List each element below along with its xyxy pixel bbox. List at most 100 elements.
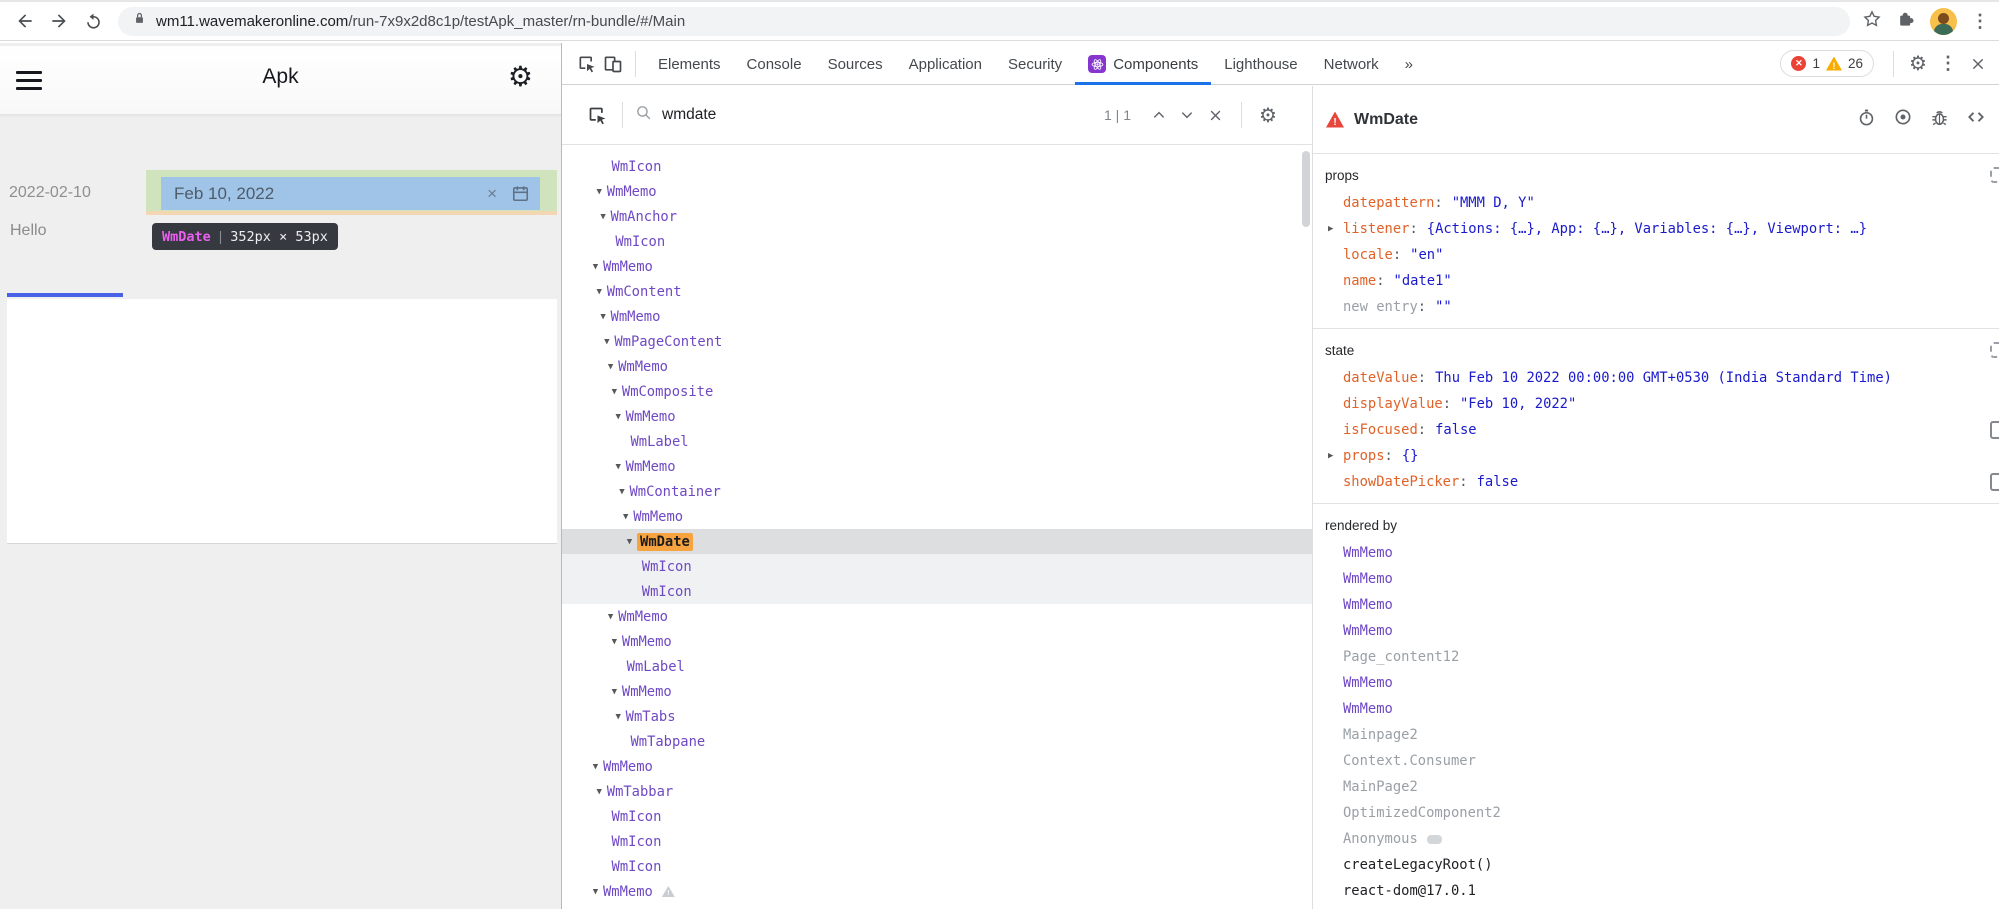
rendered-by-row[interactable]: createLegacyRoot() xyxy=(1313,852,1999,878)
tree-row[interactable]: ▼ WmMemo ! xyxy=(562,454,1312,479)
devtools-tab[interactable]: Console xyxy=(734,43,815,85)
prop-value[interactable]: "date1" xyxy=(1394,273,1452,289)
expand-arrow-icon[interactable]: ▼ xyxy=(603,612,618,622)
devtools-tab[interactable]: Elements xyxy=(645,43,734,85)
tree-row[interactable]: ▼ WmMemo ! xyxy=(562,304,1312,329)
devtools-settings-gear-icon[interactable]: ⚙ xyxy=(1903,51,1933,76)
expand-arrow-icon[interactable]: ▼ xyxy=(588,262,603,272)
tree-row[interactable]: ▼ WmContainer ! xyxy=(562,479,1312,504)
prop-row[interactable]: ▶ locale: "en" xyxy=(1313,242,1999,268)
rendered-by-row[interactable]: Context.Consumer xyxy=(1313,748,1999,774)
tree-row[interactable]: ▼ WmMemo ! xyxy=(562,504,1312,529)
expand-arrow-icon[interactable]: ▼ xyxy=(607,687,622,697)
devtools-tab[interactable]: Application xyxy=(896,43,995,85)
devtools-tab[interactable]: Components xyxy=(1075,43,1211,85)
back-icon[interactable] xyxy=(8,4,42,38)
tree-row[interactable]: ▼ WmMemo ! xyxy=(562,179,1312,204)
tree-row[interactable]: ▼ WmIcon ! xyxy=(562,829,1312,854)
log-bug-icon[interactable] xyxy=(1930,108,1949,132)
rendered-by-row[interactable]: WmMemo xyxy=(1313,696,1999,722)
devtools-tab[interactable]: Security xyxy=(995,43,1075,85)
state-row[interactable]: ▶ displayValue: "Feb 10, 2022" xyxy=(1313,391,1999,417)
rendered-by-row[interactable]: WmMemo xyxy=(1313,670,1999,696)
issues-badge[interactable]: ✕ 1 ! 26 xyxy=(1780,50,1874,77)
expand-arrow-icon[interactable]: ▼ xyxy=(611,462,626,472)
forward-icon[interactable] xyxy=(42,4,76,38)
prop-row[interactable]: ▶ datepattern: "MMM D, Y" xyxy=(1313,190,1999,216)
expand-arrow-icon[interactable]: ▼ xyxy=(607,637,622,647)
tree-row[interactable]: ▼ WmTabs ! xyxy=(562,704,1312,729)
prop-row[interactable]: ▶ listener: {Actions: {…}, App: {…}, Var… xyxy=(1313,216,1999,242)
expand-arrow-icon[interactable]: ▼ xyxy=(588,887,603,897)
calendar-icon[interactable] xyxy=(511,184,530,203)
tree-row[interactable]: ▼ WmMemo ! xyxy=(562,604,1312,629)
state-value[interactable]: false xyxy=(1435,422,1477,438)
suspend-stopwatch-icon[interactable] xyxy=(1857,108,1876,132)
next-match-icon[interactable] xyxy=(1173,108,1201,122)
state-value[interactable]: false xyxy=(1477,474,1519,490)
devtools-close-icon[interactable] xyxy=(1963,56,1993,72)
expand-arrow-icon[interactable]: ▼ xyxy=(592,787,607,797)
expand-arrow-icon[interactable]: ▼ xyxy=(611,712,626,722)
state-value[interactable]: Thu Feb 10 2022 00:00:00 GMT+0530 (India… xyxy=(1435,370,1892,386)
tree-row[interactable]: ▼ WmMemo ! xyxy=(562,254,1312,279)
app-tab[interactable] xyxy=(31,257,55,277)
tree-row[interactable]: ▼ WmMemo ! xyxy=(562,879,1312,904)
select-component-icon[interactable] xyxy=(584,105,610,126)
tree-row[interactable]: ▼ WmPageContent ! xyxy=(562,329,1312,354)
expand-arrow-icon[interactable]: ▼ xyxy=(614,487,629,497)
copy-state-icon[interactable] xyxy=(1990,342,1999,358)
app-tab[interactable] xyxy=(55,257,79,277)
expand-arrow-icon[interactable]: ▼ xyxy=(599,337,614,347)
expand-arrow-icon[interactable]: ▼ xyxy=(596,212,611,222)
tree-row[interactable]: ▼ WmIcon ! xyxy=(562,154,1312,179)
avatar[interactable] xyxy=(1930,8,1957,35)
previous-match-icon[interactable] xyxy=(1145,108,1173,122)
state-row[interactable]: ▶ isFocused: false xyxy=(1313,417,1999,443)
rendered-by-row[interactable]: WmMemo xyxy=(1313,618,1999,644)
devtools-tab[interactable]: Lighthouse xyxy=(1211,43,1310,85)
prop-row[interactable]: ▶ new entry: "" xyxy=(1313,294,1999,320)
tree-settings-gear-icon[interactable]: ⚙ xyxy=(1254,103,1282,128)
rendered-by-row[interactable]: WmMemo xyxy=(1313,566,1999,592)
tree-row[interactable]: ▼ WmMemo ! xyxy=(562,679,1312,704)
tree-row[interactable]: ▼ WmLabel ! xyxy=(562,429,1312,454)
url-bar[interactable]: wm11.wavemakeronline.com/run-7x9x2d8c1p/… xyxy=(118,7,1850,36)
tree-row[interactable]: ▼ WmComposite ! xyxy=(562,379,1312,404)
inspect-dom-eye-icon[interactable] xyxy=(1893,107,1913,132)
devtools-tab[interactable]: Sources xyxy=(815,43,896,85)
reload-icon[interactable] xyxy=(76,4,110,38)
tree-row[interactable]: ▼ WmMemo ! xyxy=(562,754,1312,779)
devtools-menu-icon[interactable]: ⋮ xyxy=(1933,53,1963,74)
prop-value[interactable]: {Actions: {…}, App: {…}, Variables: {…},… xyxy=(1427,221,1867,237)
expand-arrow-icon[interactable]: ▼ xyxy=(596,312,611,322)
rendered-by-row[interactable]: react-dom@17.0.1 xyxy=(1313,878,1999,904)
expand-arrow-icon[interactable]: ▼ xyxy=(622,537,637,547)
expand-arrow-icon[interactable]: ▼ xyxy=(592,287,607,297)
prop-row[interactable]: ▶ name: "date1" xyxy=(1313,268,1999,294)
devtools-tab[interactable]: Network xyxy=(1311,43,1392,85)
tree-row[interactable]: ▼ WmIcon ! xyxy=(562,554,1312,579)
clear-date-icon[interactable]: × xyxy=(487,184,497,204)
prop-value[interactable]: "" xyxy=(1435,299,1452,315)
boolean-checkbox[interactable] xyxy=(1990,421,1999,439)
expand-arrow-icon[interactable]: ▶ xyxy=(1328,224,1333,234)
tree-row[interactable]: ▼ WmIcon ! xyxy=(562,854,1312,879)
tree-row[interactable]: ▼ WmContent ! xyxy=(562,279,1312,304)
expand-arrow-icon[interactable]: ▼ xyxy=(611,412,626,422)
component-search-input[interactable] xyxy=(662,106,1104,124)
expand-arrow-icon[interactable]: ▼ xyxy=(592,187,607,197)
tree-row[interactable]: ▼ WmAnchor ! xyxy=(562,204,1312,229)
inspect-element-icon[interactable] xyxy=(574,54,600,74)
devtools-tab[interactable]: » xyxy=(1392,43,1426,85)
copy-props-icon[interactable] xyxy=(1990,167,1999,183)
tree-row[interactable]: ▼ WmMemo ! xyxy=(562,354,1312,379)
rendered-by-row[interactable]: MainPage2 xyxy=(1313,774,1999,800)
rendered-by-row[interactable]: OptimizedComponent2 xyxy=(1313,800,1999,826)
app-tab[interactable] xyxy=(7,257,31,277)
expand-arrow-icon[interactable]: ▼ xyxy=(618,512,633,522)
state-row[interactable]: ▶ props: {} xyxy=(1313,443,1999,469)
state-value[interactable]: {} xyxy=(1402,448,1419,464)
device-toolbar-icon[interactable] xyxy=(600,54,626,74)
expand-arrow-icon[interactable]: ▶ xyxy=(1328,451,1333,461)
